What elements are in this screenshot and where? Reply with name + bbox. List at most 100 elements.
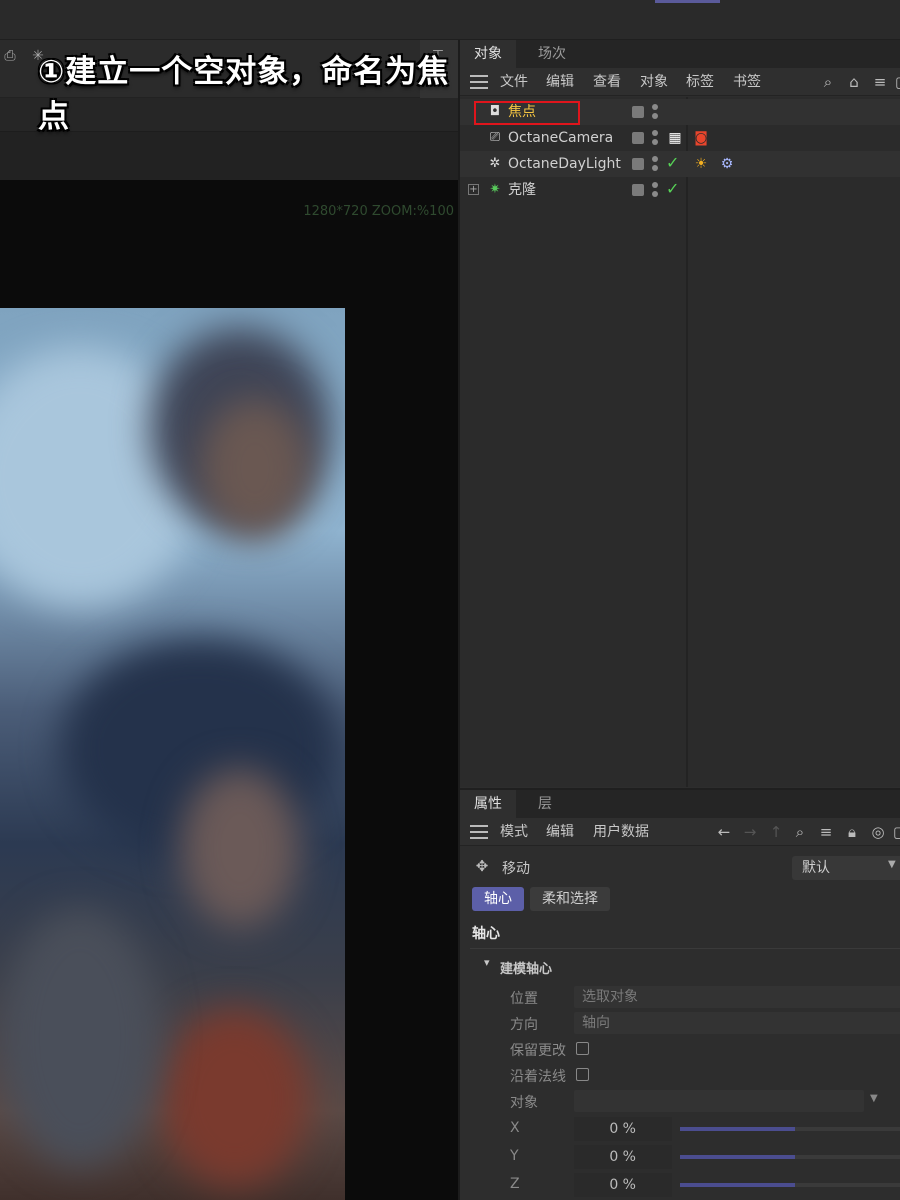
checker-tag-icon[interactable]: ▦ (666, 129, 684, 147)
cloner-icon: ✷ (489, 182, 501, 197)
edit-toggle-icon[interactable] (632, 158, 644, 170)
list-item[interactable]: + ✷ 克隆 ✓ (460, 177, 900, 203)
chevron-down-icon[interactable]: ▼ (888, 859, 896, 870)
visibility-dots-icon[interactable] (652, 154, 658, 174)
top-accent-bar (655, 0, 720, 3)
light-icon: ✲ (489, 156, 501, 171)
render-viewport[interactable]: 1280*720 ZOOM:%100 (0, 180, 458, 1200)
selection-highlight (474, 101, 580, 125)
collapse-chevron-icon[interactable]: ▾ (484, 956, 490, 969)
along-normal-label: 沿着法线 (510, 1069, 566, 1085)
tab-axis[interactable]: 轴心 (472, 887, 524, 911)
camera-icon[interactable]: ⎙ (0, 46, 20, 66)
menu-object[interactable]: 对象 (640, 68, 668, 96)
menu-edit[interactable]: 编辑 (546, 818, 574, 846)
tutorial-caption: ①建立一个空对象，命名为焦点 (38, 54, 450, 135)
list-item[interactable]: ⎚ OctaneCamera ▦ ◙ (460, 125, 900, 151)
filter-icon[interactable]: ≡ (870, 72, 890, 92)
face-blur (200, 398, 310, 538)
object-list: ◘ 焦点 ⎚ OctaneCamera ▦ ◙ ✲ OctaneDayLight… (460, 97, 900, 787)
object-name[interactable]: 克隆 (508, 177, 536, 203)
enabled-check-icon[interactable]: ✓ (666, 179, 679, 198)
section-divider (470, 948, 900, 949)
direction-select[interactable]: 轴向 (574, 1012, 900, 1034)
object-link-label: 对象 (510, 1095, 538, 1111)
move-tool-icon: ✥ (475, 857, 489, 875)
sun-tag-icon[interactable]: ☀ (692, 155, 710, 173)
home-icon[interactable]: ⌂ (844, 72, 864, 92)
camera-icon: ⎚ (489, 130, 501, 145)
tab-objects[interactable]: 对象 (460, 40, 516, 68)
viewport-info-row (0, 132, 458, 180)
coord-y-slider[interactable] (680, 1155, 900, 1159)
gear-tag-icon[interactable]: ⚙ (718, 155, 736, 173)
render-image (0, 308, 345, 1200)
list-item[interactable]: ✲ OctaneDayLight ✓ ☀ ⚙ (460, 151, 900, 177)
visibility-dots-icon[interactable] (652, 102, 658, 122)
search-icon[interactable]: ⌕ (790, 822, 810, 842)
coord-axis-label: Z (510, 1176, 520, 1192)
coord-x-value[interactable]: 0 % (574, 1117, 672, 1141)
tab-attributes[interactable]: 属性 (460, 790, 516, 818)
right-pane: 对象 场次 文件 编辑 查看 对象 标签 书签 ⌕ ⌂ ≡ ▢ ◘ 焦点 ⎚ O… (458, 40, 900, 1200)
coord-z-slider[interactable] (680, 1183, 900, 1187)
direction-label: 方向 (510, 1017, 538, 1033)
arrow-up-icon[interactable]: ↑ (766, 822, 786, 842)
menu-file[interactable]: 文件 (500, 68, 528, 96)
object-link-field[interactable] (574, 1090, 864, 1112)
menu-view[interactable]: 查看 (593, 68, 621, 96)
cloth-blur (160, 1008, 310, 1188)
edit-toggle-icon[interactable] (632, 132, 644, 144)
position-select[interactable]: 选取对象 (574, 986, 900, 1008)
hamburger-icon[interactable] (470, 75, 488, 89)
chevron-down-icon[interactable]: ▼ (870, 1093, 878, 1104)
along-normal-checkbox[interactable] (576, 1068, 589, 1081)
viewport-status: 1280*720 ZOOM:%100 (303, 204, 454, 219)
app-top-strip (0, 0, 900, 40)
lock-icon[interactable]: 🔒︎ (842, 822, 862, 842)
coord-x-slider[interactable] (680, 1127, 900, 1131)
filter-icon[interactable]: ≡ (816, 822, 836, 842)
attributes-menu: 模式 编辑 用户数据 ← → ↑ ⌕ ≡ 🔒︎ ◎ ▢ (460, 818, 900, 846)
keep-changes-checkbox[interactable] (576, 1042, 589, 1055)
hamburger-icon[interactable] (470, 825, 488, 839)
coord-y-value[interactable]: 0 % (574, 1145, 672, 1169)
expand-icon[interactable]: + (468, 184, 479, 195)
coord-axis-label: X (510, 1120, 520, 1136)
arrow-right-icon[interactable]: → (740, 822, 760, 842)
octane-camera-tag-icon[interactable]: ◙ (692, 129, 710, 147)
tab-soft-selection[interactable]: 柔和选择 (530, 887, 610, 911)
object-name[interactable]: OctaneCamera (508, 125, 613, 151)
object-name[interactable]: OctaneDayLight (508, 151, 621, 177)
preset-dropdown[interactable]: 默认 (792, 856, 900, 880)
window-icon[interactable]: ▢ (892, 72, 900, 92)
object-manager-tabs: 对象 场次 (460, 40, 900, 68)
menu-mode[interactable]: 模式 (500, 818, 528, 846)
object-manager-menu: 文件 编辑 查看 对象 标签 书签 ⌕ ⌂ ≡ ▢ (460, 68, 900, 96)
section-title: 轴心 (472, 926, 500, 942)
edit-toggle-icon[interactable] (632, 106, 644, 118)
group-title[interactable]: 建模轴心 (500, 958, 552, 977)
visibility-dots-icon[interactable] (652, 128, 658, 148)
tool-name: 移动 (502, 861, 530, 877)
coord-z-value[interactable]: 0 % (574, 1173, 672, 1197)
arrow-left-icon[interactable]: ← (714, 822, 734, 842)
menu-user-data[interactable]: 用户数据 (593, 818, 649, 846)
visibility-dots-icon[interactable] (652, 180, 658, 200)
coord-axis-label: Y (510, 1148, 519, 1164)
search-icon[interactable]: ⌕ (818, 72, 838, 92)
edit-toggle-icon[interactable] (632, 184, 644, 196)
hand-blur (180, 768, 300, 928)
attributes-tabs: 属性 层 (460, 790, 900, 818)
enabled-check-icon[interactable]: ✓ (666, 153, 679, 172)
target-icon[interactable]: ◎ (868, 822, 888, 842)
window-icon[interactable]: ▢ (890, 822, 900, 842)
keep-changes-label: 保留更改 (510, 1043, 566, 1059)
ground-blur (0, 908, 160, 1168)
tab-takes[interactable]: 场次 (524, 40, 580, 68)
menu-bookmarks[interactable]: 书签 (733, 68, 761, 96)
tab-layers[interactable]: 层 (524, 790, 566, 818)
menu-tags[interactable]: 标签 (686, 68, 714, 96)
attributes-panel: 属性 层 模式 编辑 用户数据 ← → ↑ ⌕ ≡ 🔒︎ ◎ ▢ ✥ 移动 默认… (460, 788, 900, 1200)
menu-edit[interactable]: 编辑 (546, 68, 574, 96)
